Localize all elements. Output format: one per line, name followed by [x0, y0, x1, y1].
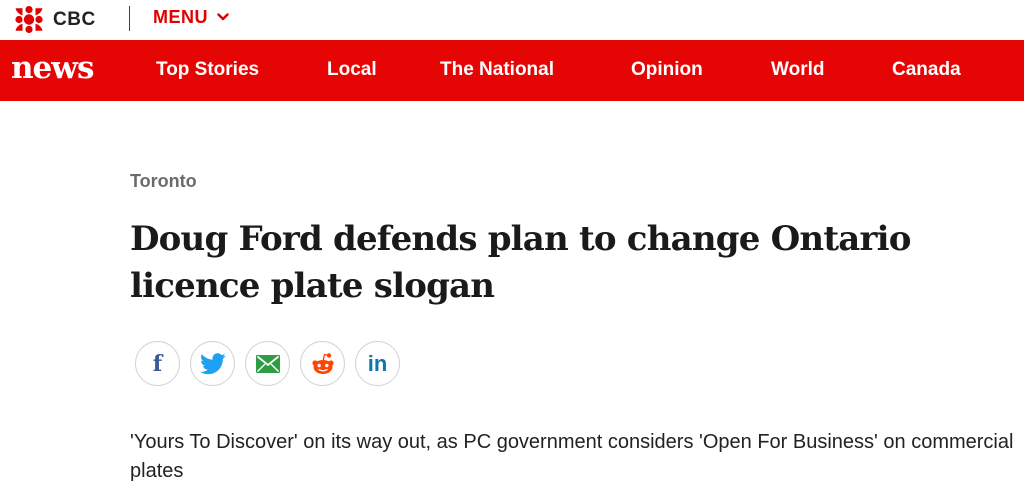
nav-item-opinion[interactable]: Opinion	[631, 59, 703, 81]
cbc-logo[interactable]: CBC	[12, 6, 96, 33]
section-label[interactable]: Toronto	[130, 171, 197, 192]
linkedin-icon: in	[367, 350, 388, 376]
nav-item-local[interactable]: Local	[327, 59, 377, 81]
top-bar: CBC MENU	[0, 0, 1024, 40]
nav-item-the-national[interactable]: The National	[440, 59, 554, 81]
news-brand-link[interactable]: news	[11, 50, 94, 86]
menu-label: MENU	[153, 7, 208, 27]
facebook-icon: f	[152, 350, 163, 377]
menu-button[interactable]: MENU	[153, 7, 229, 28]
cbc-logo-text: CBC	[53, 8, 96, 30]
main-navigation: news Top Stories Local The National Opin…	[0, 40, 1024, 101]
header-divider	[129, 6, 130, 31]
twitter-icon	[199, 352, 226, 374]
cbc-gem-icon	[15, 6, 43, 33]
nav-item-top-stories[interactable]: Top Stories	[156, 59, 259, 81]
email-icon	[255, 354, 280, 373]
article-deck: 'Yours To Discover' on its way out, as P…	[130, 431, 1014, 482]
share-linkedin-button[interactable]: in	[355, 341, 400, 386]
share-email-button[interactable]	[245, 341, 290, 386]
reddit-icon	[311, 352, 334, 374]
article-headline: Doug Ford defends plan to change Ontario…	[130, 219, 911, 306]
chevron-down-icon	[217, 12, 229, 20]
share-twitter-button[interactable]	[190, 341, 235, 386]
nav-item-world[interactable]: World	[771, 59, 824, 81]
share-facebook-button[interactable]: f	[135, 341, 180, 386]
share-reddit-button[interactable]	[300, 341, 345, 386]
nav-item-canada[interactable]: Canada	[892, 59, 961, 81]
